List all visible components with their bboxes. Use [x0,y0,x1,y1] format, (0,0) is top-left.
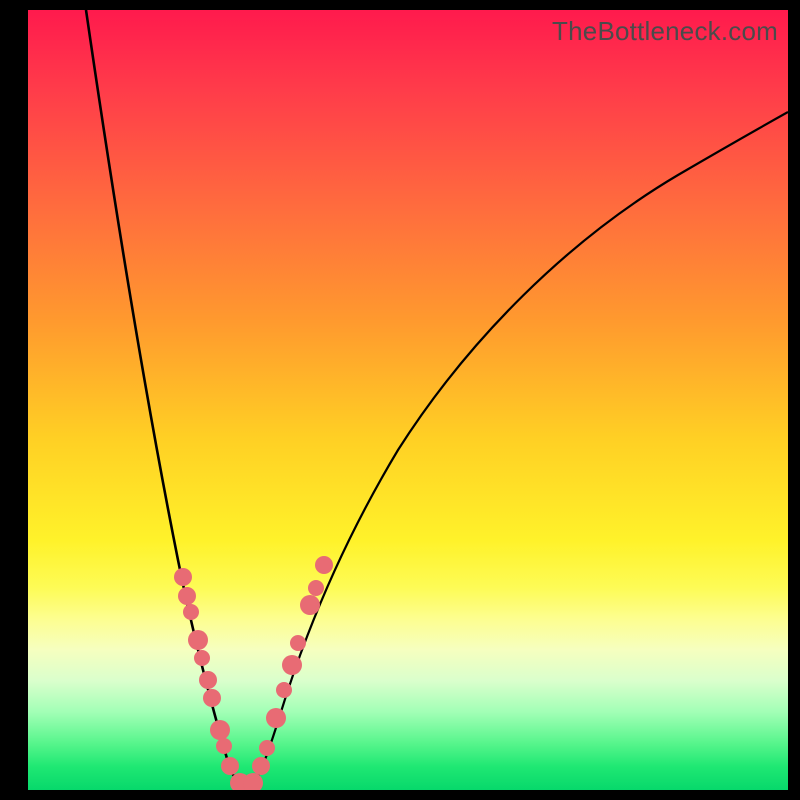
dot [221,757,239,775]
curve-right-branch [246,112,788,788]
dot [178,587,196,605]
dot [308,580,324,596]
chart-frame: TheBottleneck.com [0,0,800,800]
plot-area: TheBottleneck.com [28,10,788,790]
dot [259,740,275,756]
dot [300,595,320,615]
dot [174,568,192,586]
dot [188,630,208,650]
dot [315,556,333,574]
dot [203,689,221,707]
curve-left-branch [86,10,246,788]
dot [216,738,232,754]
dot [210,720,230,740]
dot [199,671,217,689]
marker-dots [174,556,333,790]
dot [282,655,302,675]
dot [290,635,306,651]
dot [252,757,270,775]
bottleneck-curve [28,10,788,790]
dot [183,604,199,620]
dot [276,682,292,698]
dot [194,650,210,666]
dot [266,708,286,728]
